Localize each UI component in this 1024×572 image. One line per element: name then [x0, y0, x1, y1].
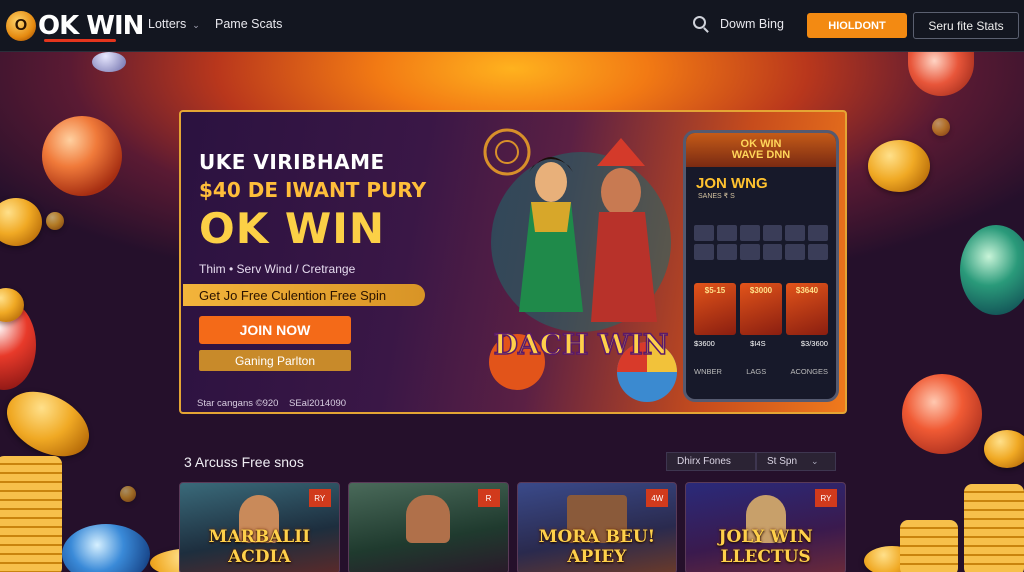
- logo[interactable]: O OK WIN: [6, 8, 144, 44]
- logo-underline: [44, 39, 116, 42]
- card-title: MARBALII ACDIA: [208, 527, 311, 567]
- phone-tiles: $5-15 $3000 $3640: [694, 283, 828, 335]
- phone-mockup: OK WIN WAVE DNN JON WNG SANES ₹ S $5-15 …: [683, 130, 839, 402]
- logo-mark-icon: O: [6, 11, 36, 41]
- games-section: 3 Arcuss Free snos Dhirx Fones St Spn ⌄ …: [179, 446, 846, 572]
- nav-link-label: Lotters: [148, 17, 187, 31]
- phone-bottom-labels: WNBER LAGS ACONGES: [694, 367, 828, 376]
- phone-header: OK WIN WAVE DNN: [686, 133, 836, 167]
- game-card[interactable]: RY JOLY WIN LLECTUS: [685, 482, 846, 572]
- decor-coin: [868, 140, 930, 192]
- phone-bottom-label: ACONGES: [790, 367, 828, 376]
- decor-coin: [120, 486, 136, 502]
- decor-coin-stack: [900, 520, 958, 572]
- phone-subtitle: SANES ₹ S: [698, 193, 735, 200]
- hero-title-line3: OK WIN: [199, 204, 385, 253]
- hero-subtitle: Thim • Serv Wind / Cretrange: [199, 262, 356, 276]
- nav-link-pame-scats[interactable]: Pame Scats: [215, 17, 282, 31]
- decor-coin-stack: [0, 456, 62, 572]
- game-cards: RY MARBALII ACDIA R 4W MORA BEU! APIEY R…: [179, 482, 846, 572]
- phone-bottom-label: LAGS: [746, 367, 767, 376]
- chevron-down-icon: ⌄: [811, 456, 819, 466]
- card-badge: R: [477, 489, 500, 507]
- phone-title: JON WNG: [696, 175, 768, 192]
- join-now-button[interactable]: JOIN NOW: [199, 316, 351, 344]
- filter-dhirx-fones[interactable]: Dhirx Fones: [666, 452, 756, 471]
- filter-label: St Spn: [767, 456, 798, 467]
- hero-footer-right: SEal2014090: [289, 398, 347, 409]
- top-nav: O OK WIN Lotters ⌄ Pame Scats Dowm Bing H…: [0, 0, 1024, 52]
- game-card[interactable]: RY MARBALII ACDIA: [179, 482, 340, 572]
- hold-button[interactable]: HIOLDONT: [807, 13, 907, 38]
- decor-coin-stack: [964, 484, 1024, 572]
- phone-tile: $3000: [740, 283, 782, 335]
- phone-tile: $5-15: [694, 283, 736, 335]
- decor-coin: [0, 198, 42, 246]
- promo-bar[interactable]: Get Jo Free Culention Free Spin: [183, 284, 425, 306]
- art-caption: DACH WIN: [494, 328, 669, 361]
- game-card[interactable]: R: [347, 482, 509, 572]
- decor-ball-left: [42, 116, 122, 196]
- phone-tile: $3640: [786, 283, 828, 335]
- games-section-title: 3 Arcuss Free snos: [184, 454, 304, 470]
- hero-character-art: DACH WIN: [483, 128, 677, 402]
- decor-ball-small-top: [92, 52, 126, 72]
- hero-title-line1: UKE VIRIBHAME: [199, 150, 385, 174]
- logo-text: OK WIN: [38, 11, 144, 41]
- hero-banner[interactable]: UKE VIRIBHAME $40 DE IWANT PURY OK WIN T…: [179, 110, 847, 414]
- decor-ball-top-right: [908, 52, 974, 96]
- stats-button[interactable]: Seru fite Stats: [913, 12, 1019, 39]
- mandala-icon: [483, 128, 531, 176]
- phone-bottom-label: WNBER: [694, 367, 722, 376]
- decor-ball-right-mid: [902, 374, 982, 454]
- decor-coin: [932, 118, 950, 136]
- decor-coin: [984, 430, 1024, 468]
- decor-coin: [46, 212, 64, 230]
- card-figure: [406, 495, 451, 543]
- card-badge: RY: [815, 489, 837, 507]
- nav-link-lotters[interactable]: Lotters ⌄: [148, 17, 200, 31]
- filter-st-spn[interactable]: St Spn ⌄: [756, 452, 836, 471]
- phone-value: $I4S: [750, 339, 766, 348]
- card-badge: 4W: [646, 489, 669, 507]
- chevron-down-icon: ⌄: [192, 20, 200, 30]
- phone-value: $3600: [694, 339, 715, 348]
- gaming-parlton-button[interactable]: Ganing Parlton: [199, 350, 351, 371]
- phone-game-grid: [694, 225, 828, 260]
- game-card[interactable]: 4W MORA BEU! APIEY: [516, 482, 678, 572]
- card-badge: RY: [308, 489, 331, 507]
- card-title: MORA BEU! APIEY: [538, 527, 656, 567]
- search-icon[interactable]: [693, 16, 706, 29]
- hero-footer-left: Star cangans ©920: [197, 398, 279, 409]
- search-label[interactable]: Dowm Bing: [720, 17, 784, 31]
- hero-title-line2: $40 DE IWANT PURY: [199, 178, 427, 202]
- decor-ball-bottom-left: [62, 524, 150, 572]
- card-title: JOLY WIN LLECTUS: [718, 527, 813, 567]
- phone-values: $3600 $I4S $3/3600: [694, 339, 828, 348]
- phone-value: $3/3600: [800, 339, 828, 348]
- decor-ball-right: [960, 225, 1024, 315]
